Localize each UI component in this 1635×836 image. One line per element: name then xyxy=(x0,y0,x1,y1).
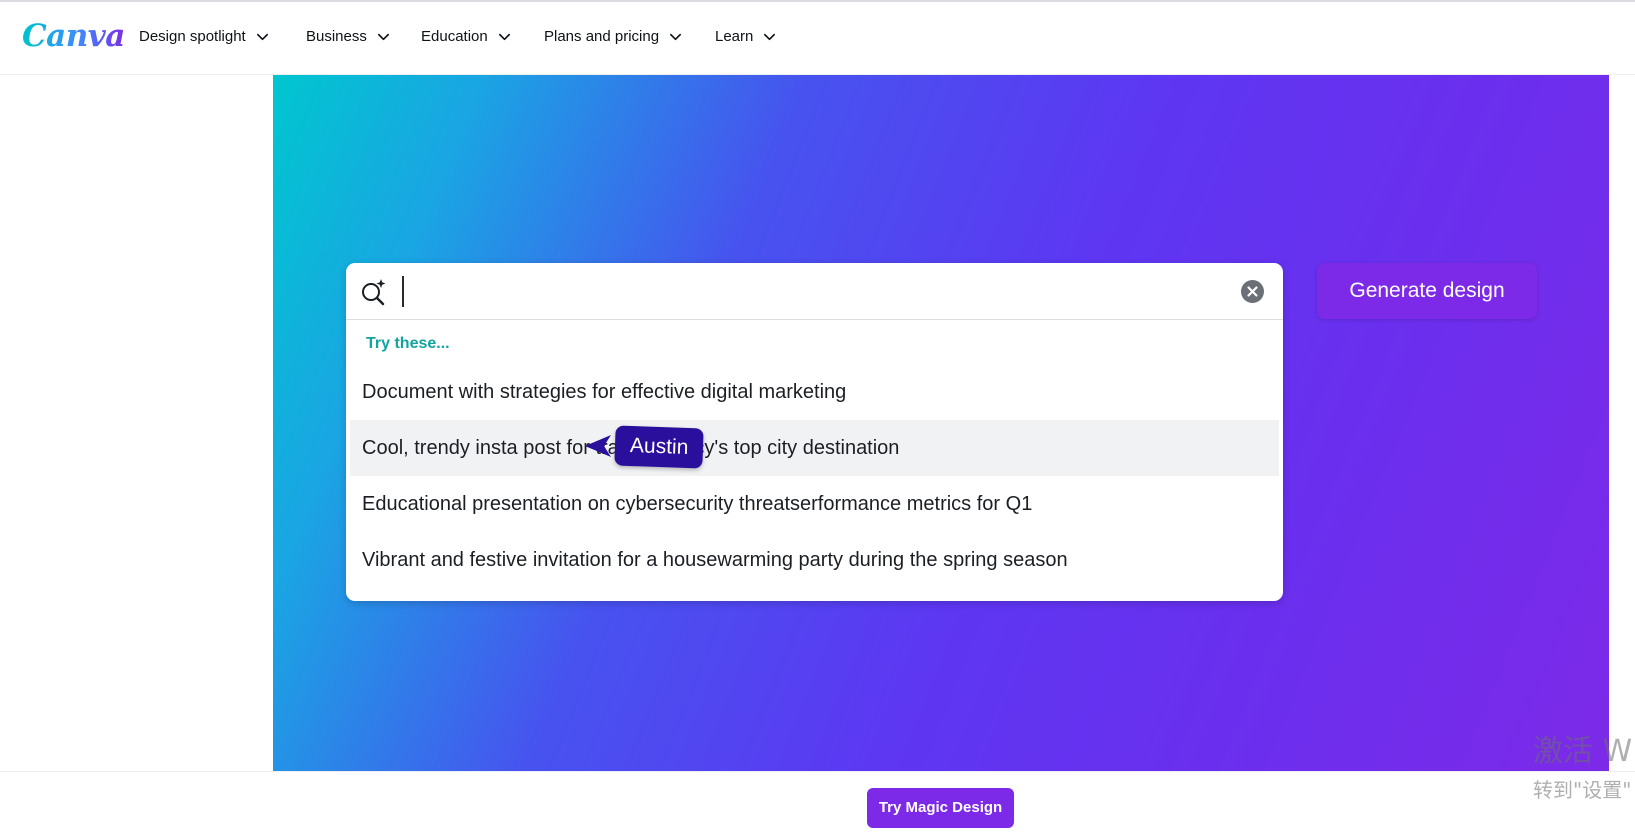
canva-logo[interactable]: Canva xyxy=(22,18,125,54)
chevron-down-icon xyxy=(377,33,389,41)
chevron-down-icon xyxy=(256,33,268,41)
nav-design-spotlight[interactable]: Design spotlight xyxy=(139,28,270,45)
nav-plans-and-pricing[interactable]: Plans and pricing xyxy=(544,28,683,45)
suggestion-item[interactable]: Vibrant and festive invitation for a hou… xyxy=(350,532,1279,588)
chevron-down-icon xyxy=(764,33,776,41)
nav-business[interactable]: Business xyxy=(306,28,391,45)
collaborator-name-tag: Austin xyxy=(614,425,705,469)
nav-education[interactable]: Education xyxy=(421,28,512,45)
collaborator-cursor: Austin xyxy=(583,425,713,475)
suggestion-item[interactable]: Educational presentation on cybersecurit… xyxy=(350,476,1279,532)
os-activation-watermark: 激活 W 转到"设置" xyxy=(1533,726,1632,803)
bottom-action-bar: Try Magic Design xyxy=(0,771,1635,836)
suggestions-heading: Try these... xyxy=(366,335,450,352)
top-navigation: Canva Design spotlight Business Educatio… xyxy=(0,2,1635,75)
text-caret xyxy=(402,276,404,307)
magic-design-search-panel: Try these... Document with strategies fo… xyxy=(346,263,1283,601)
suggestion-item-highlighted[interactable]: Cool, trendy insta post for travel agenc… xyxy=(350,420,1279,476)
nav-label: Design spotlight xyxy=(139,28,246,45)
magic-design-search-input[interactable] xyxy=(410,273,1210,309)
nav-label: Education xyxy=(421,28,488,45)
try-magic-design-button[interactable]: Try Magic Design xyxy=(867,788,1014,828)
nav-label: Business xyxy=(306,28,367,45)
generate-design-button[interactable]: Generate design xyxy=(1317,263,1537,319)
watermark-line-1: 激活 W xyxy=(1533,734,1633,769)
search-bar xyxy=(346,263,1283,320)
clear-circle-x-icon xyxy=(1247,286,1258,297)
chevron-down-icon xyxy=(498,33,510,41)
watermark-line-2: 转到"设置" xyxy=(1533,778,1632,802)
chevron-down-icon xyxy=(670,33,682,41)
nav-label: Plans and pricing xyxy=(544,28,660,45)
suggestion-item[interactable]: Document with strategies for effective d… xyxy=(350,364,1279,420)
clear-search-button[interactable] xyxy=(1241,280,1264,303)
pointer-arrow-icon xyxy=(585,435,611,457)
nav-label: Learn xyxy=(715,28,754,45)
nav-learn[interactable]: Learn xyxy=(715,28,777,45)
magic-search-icon xyxy=(362,279,386,306)
